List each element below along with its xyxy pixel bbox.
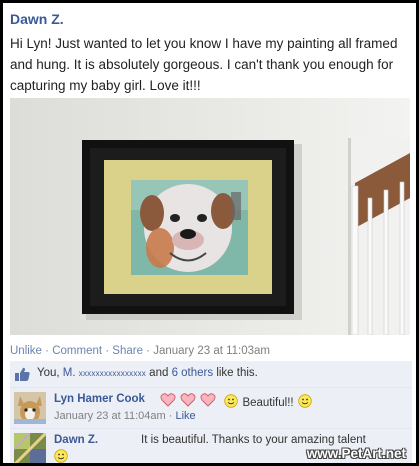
comment-text: It is beautiful. Thanks to your amazing … (141, 434, 366, 446)
smiley-icon (54, 449, 68, 463)
framed-painting-photo (10, 98, 410, 335)
separator: · (142, 345, 154, 357)
likes-and: and (145, 367, 172, 379)
post-author[interactable]: Dawn Z. (10, 11, 64, 27)
watermark: www.PetArt.net (306, 446, 406, 461)
share-link[interactable]: Share (112, 345, 143, 357)
likes-summary: You, M. xxxxxxxxxxxxxxxx and 6 others li… (10, 361, 412, 388)
liker-name[interactable]: M. xxxxxxxxxxxxxxxx (63, 367, 146, 379)
comment: Lyn Hamer Cook Beautiful!! January 23 at… (10, 388, 412, 429)
comment-meta: January 23 at 11:04am · Like (54, 410, 196, 422)
avatar[interactable] (14, 433, 46, 463)
post-container: Dawn Z. Hi Lyn! Just wanted to let you k… (3, 3, 416, 463)
others-link[interactable]: 6 others (172, 367, 214, 379)
likes-suffix: like this. (213, 367, 258, 379)
comment-like-link[interactable]: Like (175, 410, 195, 422)
comment-author[interactable]: Dawn Z. (54, 434, 98, 446)
heart-icon (160, 393, 176, 407)
likes-text: You, M. xxxxxxxxxxxxxxxx and 6 others li… (37, 367, 258, 379)
post-actions: Unlike · Comment · Share · January 23 at… (10, 345, 270, 357)
post-message: Hi Lyn! Just wanted to let you know I ha… (10, 36, 398, 93)
separator: · (102, 345, 113, 357)
smiley-icon (298, 394, 312, 408)
heart-icon (180, 393, 196, 407)
smiley-icon (224, 394, 238, 408)
liker-initial: M. (62, 367, 76, 379)
heart-icon (200, 393, 216, 407)
comment-text: Beautiful!! (242, 397, 294, 409)
avatar[interactable] (14, 392, 46, 424)
comment-link[interactable]: Comment (52, 345, 102, 357)
separator: · (41, 345, 53, 357)
post-photo[interactable] (10, 98, 410, 335)
likes-prefix: You, (37, 367, 63, 379)
comment-author[interactable]: Lyn Hamer Cook (54, 393, 145, 405)
liker-masked-name: xxxxxxxxxxxxxxxx (78, 369, 146, 378)
unlike-link[interactable]: Unlike (10, 345, 42, 357)
comment-body: Beautiful!! (224, 393, 312, 411)
comment-timestamp[interactable]: January 23 at 11:04am (54, 410, 166, 422)
post-timestamp[interactable]: January 23 at 11:03am (153, 345, 270, 357)
like-thumb-icon (15, 367, 30, 386)
